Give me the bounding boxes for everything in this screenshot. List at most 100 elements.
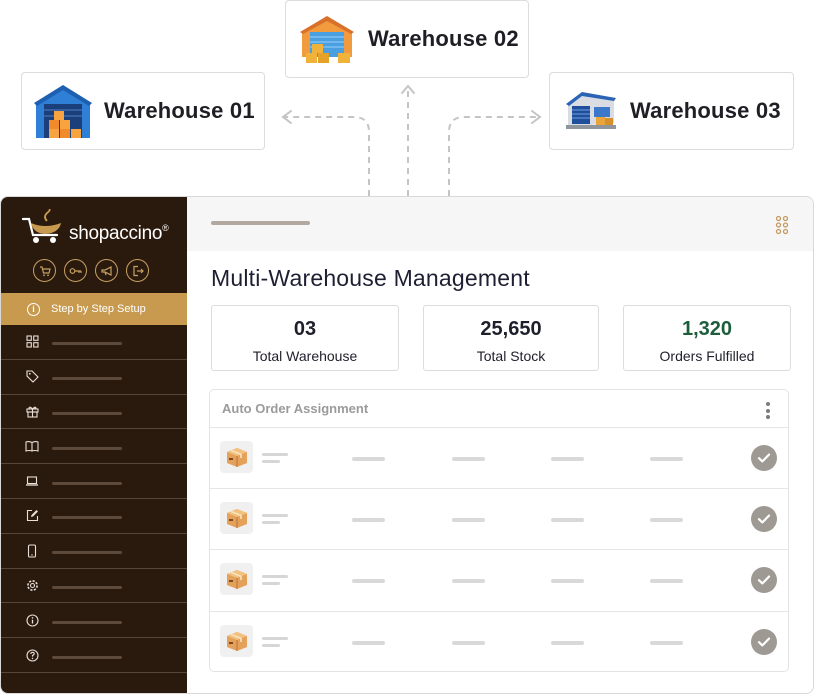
key-icon[interactable] <box>64 259 87 282</box>
warehouse-03-card[interactable]: Warehouse 03 <box>549 72 794 150</box>
warehouse-03-label: Warehouse 03 <box>630 98 781 123</box>
order-row[interactable] <box>210 550 788 612</box>
sidebar-item-catalog[interactable] <box>1 360 187 395</box>
sidebar-item-content[interactable] <box>1 429 187 465</box>
nav-label-placeholder <box>52 655 122 659</box>
panel-title: Auto Order Assignment <box>222 401 369 416</box>
warehouse-01-card[interactable]: Warehouse 01 <box>21 72 265 150</box>
app-window: shopaccino® i Step by Step Setup Multi-W… <box>0 196 814 694</box>
sidebar-item-website[interactable] <box>1 464 187 499</box>
warehouse-orange-icon <box>300 16 354 63</box>
cell-placeholder <box>352 457 385 461</box>
cell-placeholder <box>452 640 485 645</box>
package-icon <box>220 502 253 535</box>
nav-label-placeholder <box>52 377 122 381</box>
check-icon[interactable] <box>751 445 777 471</box>
stat-label: Orders Fulfilled <box>659 348 755 364</box>
order-id-placeholder <box>262 514 288 525</box>
cell-placeholder <box>452 579 485 584</box>
coffee-cart-icon <box>21 209 61 243</box>
gift-icon <box>25 404 39 418</box>
cell-placeholder <box>352 518 385 523</box>
sidebar-item-settings[interactable] <box>1 569 187 604</box>
order-row[interactable] <box>210 428 788 490</box>
nav-label-placeholder <box>52 342 122 346</box>
sidebar-item-help[interactable] <box>1 638 187 673</box>
stat-total-warehouse: 03 Total Warehouse <box>211 305 399 371</box>
brand-logo[interactable]: shopaccino® <box>21 209 169 245</box>
tag-icon <box>25 370 39 384</box>
megaphone-icon[interactable] <box>95 259 118 282</box>
cell-placeholder <box>650 640 683 645</box>
help-icon <box>25 648 39 662</box>
sidebar-item-about[interactable] <box>1 603 187 639</box>
setup-label: Step by Step Setup <box>51 303 146 315</box>
nav-label-placeholder <box>52 516 122 520</box>
nav-label-placeholder <box>52 551 122 555</box>
auto-order-assignment-panel: Auto Order Assignment <box>209 389 789 672</box>
quick-actions <box>33 259 149 282</box>
nav-label-placeholder <box>52 585 122 589</box>
sidebar-nav <box>1 325 187 673</box>
warehouse-02-card[interactable]: Warehouse 02 <box>285 0 529 78</box>
stat-total-stock: 25,650 Total Stock <box>423 305 599 371</box>
mobile-icon <box>25 544 39 558</box>
more-options-icon[interactable] <box>766 402 770 419</box>
order-id-placeholder <box>262 575 288 586</box>
nav-label-placeholder <box>52 620 122 624</box>
brand-name: shopaccino® <box>69 223 169 244</box>
cell-placeholder <box>352 579 385 584</box>
cell-placeholder <box>352 640 385 645</box>
stat-value: 25,650 <box>480 318 542 340</box>
apps-grid-icon[interactable] <box>775 215 789 235</box>
edit-icon <box>25 509 39 523</box>
gear-icon <box>25 578 39 592</box>
package-icon <box>220 624 253 657</box>
step-by-step-setup[interactable]: i Step by Step Setup <box>1 293 187 325</box>
connector-to-warehouse-01 <box>284 116 370 196</box>
package-icon <box>220 441 253 473</box>
logout-icon[interactable] <box>126 259 149 282</box>
order-row[interactable] <box>210 489 788 551</box>
sidebar-item-mobile-app[interactable] <box>1 534 187 569</box>
nav-label-placeholder <box>52 446 122 450</box>
panel-header: Auto Order Assignment <box>210 390 788 428</box>
stat-label: Total Warehouse <box>252 348 358 364</box>
stat-orders-fulfilled: 1,320 Orders Fulfilled <box>623 305 791 371</box>
sidebar-item-promotions[interactable] <box>1 395 187 430</box>
cell-placeholder <box>650 518 683 523</box>
main-content: Multi-Warehouse Management 03 Total Ware… <box>187 197 813 693</box>
check-icon[interactable] <box>751 567 777 594</box>
stat-label: Total Stock <box>476 348 546 364</box>
cell-placeholder <box>452 457 485 461</box>
check-icon[interactable] <box>751 628 777 655</box>
warehouse-blue-icon <box>34 85 92 138</box>
warehouse-02-label: Warehouse 02 <box>368 26 519 51</box>
sidebar-item-blog[interactable] <box>1 499 187 534</box>
nav-label-placeholder <box>52 411 122 415</box>
cart-icon[interactable] <box>33 259 56 282</box>
cell-placeholder <box>551 457 584 461</box>
package-icon <box>220 563 253 596</box>
cell-placeholder <box>452 518 485 523</box>
order-id-placeholder <box>262 636 288 647</box>
sidebar-item-dashboard[interactable] <box>1 325 187 360</box>
check-icon[interactable] <box>751 506 777 533</box>
order-row[interactable] <box>210 612 788 671</box>
book-icon <box>25 439 39 453</box>
top-bar-placeholder <box>211 221 310 225</box>
cell-placeholder <box>551 579 584 584</box>
sidebar: shopaccino® i Step by Step Setup <box>1 197 187 693</box>
cell-placeholder <box>551 518 584 523</box>
warehouse-building-icon <box>566 92 616 129</box>
info-icon <box>25 613 39 627</box>
grid-icon <box>25 335 39 349</box>
order-id-placeholder <box>262 453 288 463</box>
cell-placeholder <box>650 457 683 461</box>
cell-placeholder <box>650 579 683 584</box>
top-bar <box>187 197 813 251</box>
laptop-icon <box>25 474 39 488</box>
order-list <box>210 428 788 671</box>
connector-to-warehouse-03 <box>448 116 537 196</box>
cell-placeholder <box>551 640 584 645</box>
